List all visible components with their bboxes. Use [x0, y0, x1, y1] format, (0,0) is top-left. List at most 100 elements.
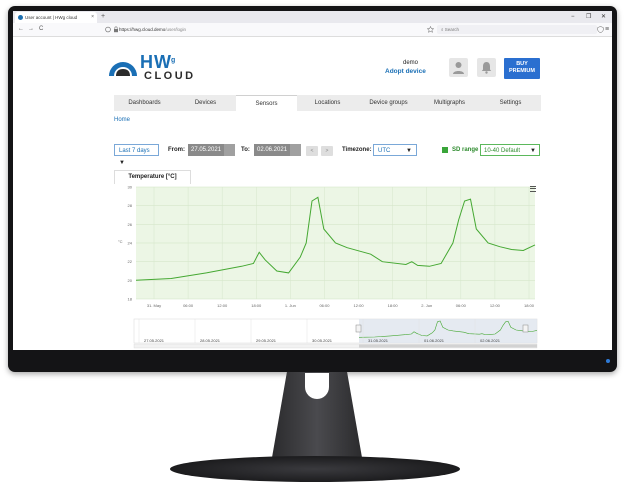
timezone-value: UTC — [378, 148, 391, 154]
notifications-button[interactable] — [477, 58, 496, 77]
logo-hw: HW — [140, 52, 172, 72]
x-tick-label: 12:00 — [217, 303, 228, 308]
sd-range-value: 10-40 Default — [484, 148, 521, 154]
chart-tab-temperature[interactable]: Temperature [°C] — [114, 170, 191, 184]
buy-premium-button[interactable]: BUY PREMIUM — [504, 58, 540, 79]
minimize-button[interactable]: − — [571, 11, 575, 23]
buy-label: BUY — [516, 61, 528, 67]
back-button[interactable]: ← — [18, 23, 24, 36]
menu-icon[interactable]: ≡ — [605, 23, 609, 36]
to-label: To: — [241, 147, 250, 153]
browser-nav-bar: ← → C https://hwg.cloud.demo/user/login … — [13, 23, 612, 37]
new-tab-button[interactable]: + — [101, 11, 105, 23]
to-calendar-icon[interactable] — [290, 144, 301, 156]
temperature-chart: 18 20 22 24 26 28 30 31. May 06:00 12:00 18:00 1. J… — [118, 185, 538, 349]
x-tick-label: 18:00 — [524, 303, 535, 308]
url-host: https://hwg.cloud.demo — [119, 27, 166, 32]
previous-range-button[interactable]: < — [306, 146, 318, 156]
chart-container: 18 20 22 24 26 28 30 31. May 06:00 12:00 18:00 1. J… — [114, 183, 541, 350]
navigator-scrollbar-thumb[interactable] — [359, 344, 537, 348]
close-tab-icon[interactable]: × — [91, 12, 94, 23]
x-tick-label: 06:00 — [456, 303, 467, 308]
timezone-select[interactable]: UTC ▼ — [373, 144, 417, 156]
y-tick-label: 30 — [128, 185, 133, 190]
navigator-date-label: 29.05.2021 — [256, 338, 277, 343]
close-window-button[interactable]: ✕ — [601, 11, 606, 23]
navigator-date-label: 01.06.2021 — [424, 338, 445, 343]
stand-cable-hole — [305, 373, 329, 399]
shield-icon[interactable] — [597, 26, 604, 33]
y-tick-label: 24 — [128, 241, 133, 246]
nav-dashboards[interactable]: Dashboards — [114, 95, 175, 111]
from-label: From: — [168, 147, 185, 153]
nav-locations[interactable]: Locations — [297, 95, 358, 111]
y-tick-label: 28 — [128, 203, 133, 208]
sd-range-color-icon — [442, 147, 448, 153]
x-tick-label: 18:00 — [251, 303, 262, 308]
x-tick-label: 12:00 — [490, 303, 501, 308]
chevron-down-icon: ▼ — [119, 160, 125, 166]
nav-sensors[interactable]: Sensors — [236, 95, 297, 111]
url-path: /user/login — [165, 27, 187, 32]
logo-cloud-text: CLOUD — [144, 70, 196, 82]
from-date-input[interactable]: 27.05.2021 — [188, 144, 224, 156]
bookmark-star-icon[interactable] — [427, 26, 434, 33]
lock-icon — [105, 26, 118, 33]
sd-range-select[interactable]: 10-40 Default ▼ — [480, 144, 540, 156]
user-icon — [453, 62, 464, 74]
forward-button[interactable]: → — [28, 23, 34, 36]
y-tick-label: 20 — [128, 278, 133, 283]
chart-menu-icon[interactable] — [530, 186, 536, 193]
search-placeholder: Search — [444, 27, 460, 32]
x-tick-label: 06:00 — [183, 303, 194, 308]
from-calendar-icon[interactable] — [224, 144, 235, 156]
nav-settings[interactable]: Settings — [480, 95, 541, 111]
nav-multigraphs[interactable]: Multigraphs — [419, 95, 480, 111]
site-favicon-icon — [18, 15, 23, 21]
bell-icon — [481, 62, 492, 74]
to-date-input[interactable]: 02.06.2021 — [254, 144, 290, 156]
x-tick-label: 12:00 — [354, 303, 365, 308]
monitor-stand-base — [170, 456, 460, 482]
maximize-button[interactable]: ❐ — [586, 11, 591, 23]
main-nav: Dashboards Devices Sensors Locations Dev… — [114, 95, 541, 111]
x-tick-label: 18:00 — [388, 303, 399, 308]
timezone-label: Timezone: — [342, 147, 372, 153]
navigator-date-label: 02.06.2021 — [480, 338, 501, 343]
adopt-device-link[interactable]: Adopt device — [385, 68, 426, 75]
browser-tab-bar: User account | HWg cloud × + − ❐ ✕ — [13, 11, 612, 23]
breadcrumb-home[interactable]: Home — [114, 117, 130, 123]
screen: User account | HWg cloud × + − ❐ ✕ ← → C… — [13, 11, 612, 350]
user-name: demo — [403, 60, 419, 66]
reload-button[interactable]: C — [39, 23, 43, 36]
navigator-date-label: 27.05.2021 — [144, 338, 165, 343]
chevron-down-icon: ▼ — [406, 148, 412, 154]
next-range-button[interactable]: > — [321, 146, 333, 156]
x-tick-label: 31. May — [147, 303, 161, 308]
premium-label: PREMIUM — [509, 68, 535, 74]
navigator-date-label: 28.05.2021 — [200, 338, 221, 343]
browser-search-input[interactable]: ⌕ Search — [437, 25, 597, 34]
nav-devices[interactable]: Devices — [175, 95, 236, 111]
nav-device-groups[interactable]: Device groups — [358, 95, 419, 111]
navigator-handle-left[interactable] — [355, 324, 362, 333]
browser-tab[interactable]: User account | HWg cloud × — [15, 12, 97, 23]
logo-g: g — [171, 56, 176, 64]
date-range-select[interactable]: Last 7 days ▼ — [114, 144, 159, 166]
power-led-icon — [606, 359, 610, 363]
y-tick-label: 22 — [128, 259, 133, 264]
chevron-down-icon: ▼ — [530, 148, 536, 154]
browser-tab-title: User account | HWg cloud — [25, 15, 78, 20]
y-tick-label: 18 — [128, 297, 133, 302]
user-avatar-button[interactable] — [449, 58, 468, 77]
date-range-value: Last 7 days — [119, 148, 150, 154]
x-tick-label: 2. Jun — [421, 303, 432, 308]
navigator-date-label: 30.05.2021 — [312, 338, 333, 343]
navigator-date-label: 31.05.2021 — [368, 338, 389, 343]
y-axis-label: °C — [118, 239, 123, 244]
x-tick-label: 06:00 — [319, 303, 330, 308]
hwg-cloud-logo-icon — [109, 62, 137, 76]
navigator-handle-right[interactable] — [522, 324, 529, 333]
address-bar[interactable]: https://hwg.cloud.demo/user/login — [119, 25, 277, 34]
y-tick-label: 26 — [128, 222, 133, 227]
